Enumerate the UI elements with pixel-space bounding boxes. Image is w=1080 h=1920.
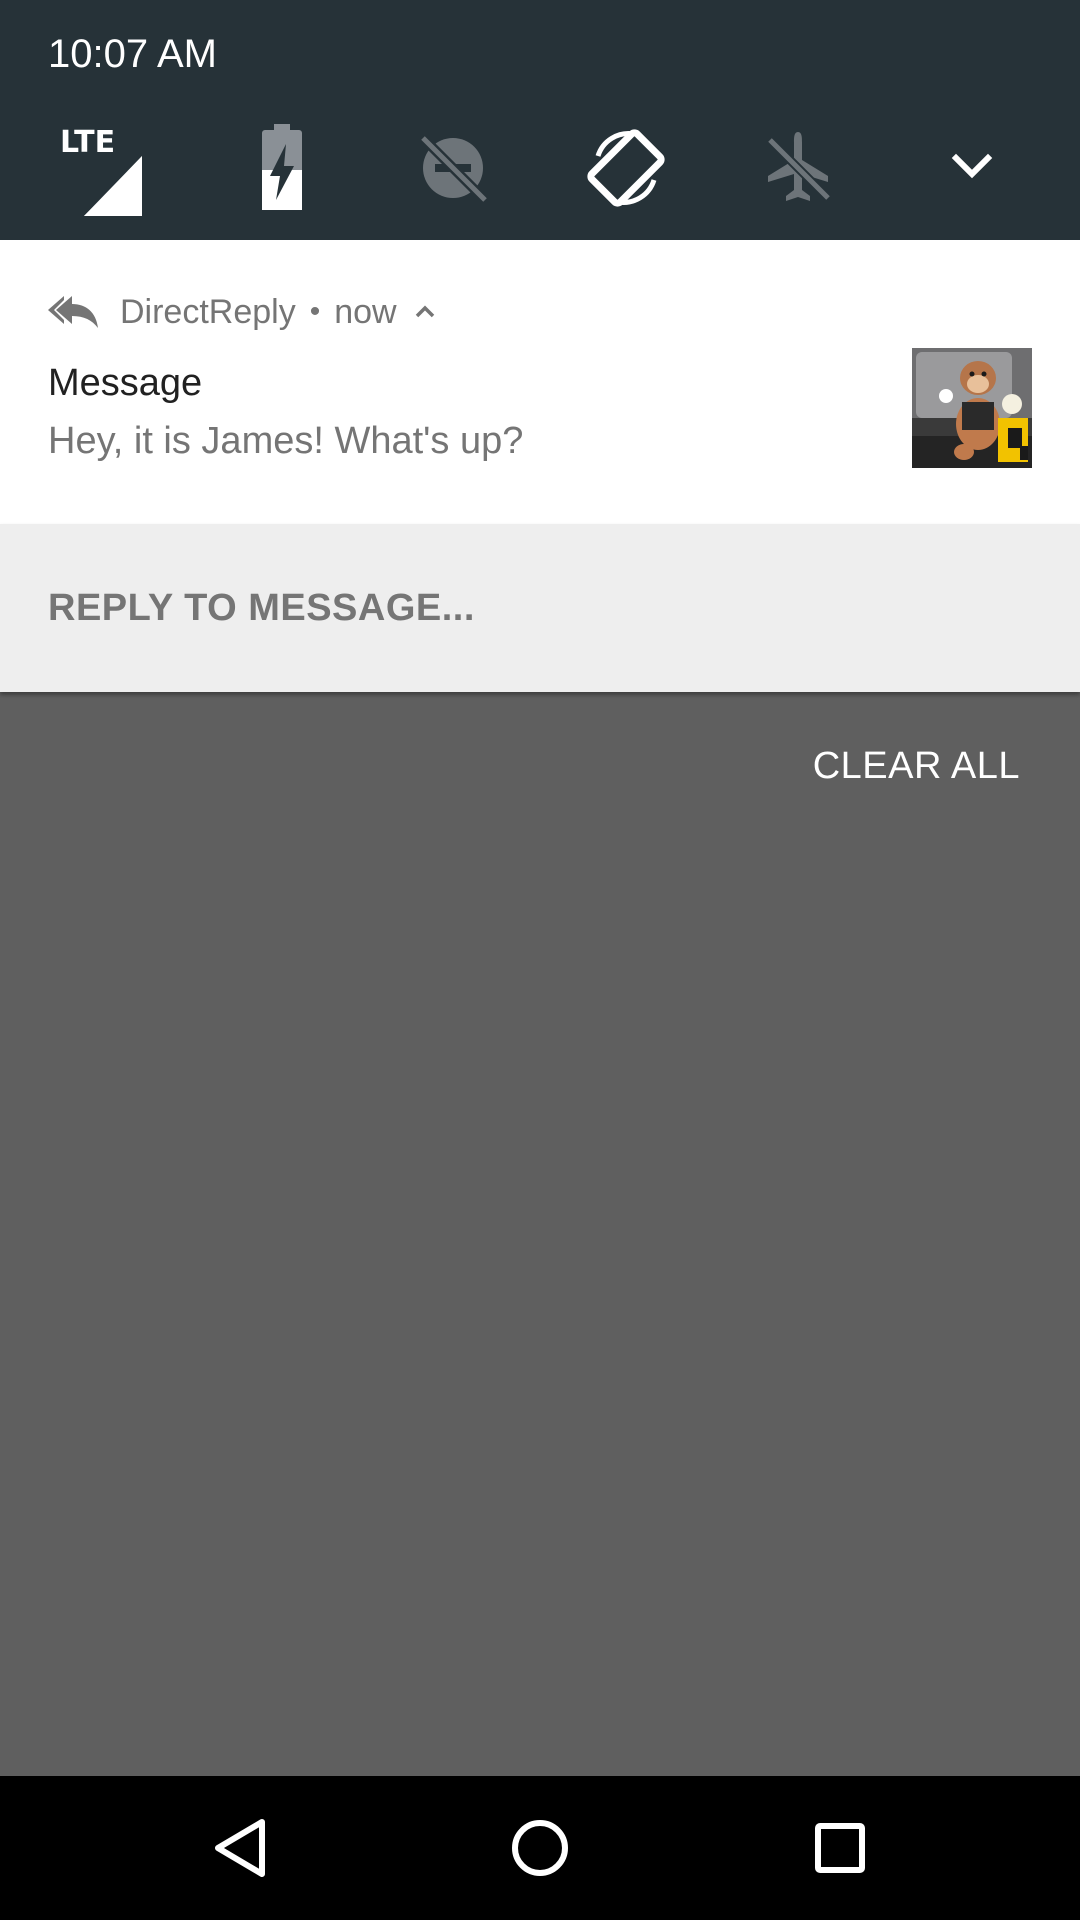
notification-app-name: DirectReply <box>120 292 296 331</box>
battery-charging-icon[interactable] <box>232 120 328 216</box>
notification-header: DirectReply • now <box>120 288 441 336</box>
notification-card[interactable]: DirectReply • now Message Hey, it is Jam… <box>0 240 1080 524</box>
back-icon[interactable] <box>192 1800 288 1896</box>
collapse-caret-icon[interactable] <box>409 296 441 328</box>
reply-arrow-icon <box>46 284 102 340</box>
status-time: 10:07 AM <box>48 32 218 76</box>
reply-action-bar: REPLY TO MESSAGE... <box>0 524 1080 692</box>
auto-rotate-icon[interactable] <box>578 120 674 216</box>
monkey-photo-thumbnail <box>912 348 1032 468</box>
recents-icon[interactable] <box>792 1800 888 1896</box>
navigation-bar <box>0 1776 1080 1920</box>
reply-to-message-button[interactable]: REPLY TO MESSAGE... <box>48 580 475 636</box>
do-not-disturb-off-icon[interactable] <box>405 120 501 216</box>
clear-all-button[interactable]: CLEAR ALL <box>813 740 1020 792</box>
home-icon[interactable] <box>492 1800 588 1896</box>
notification-title: Message <box>48 362 203 404</box>
notification-separator: • <box>309 295 321 328</box>
quick-settings-header: 10:07 AM LTE <box>0 0 1080 240</box>
notification-text: Hey, it is James! What's up? <box>48 420 524 462</box>
notification-time: now <box>334 292 397 331</box>
expand-chevron-icon[interactable] <box>924 120 1020 216</box>
airplane-mode-off-icon[interactable] <box>750 120 846 216</box>
lte-signal-icon[interactable]: LTE <box>54 120 150 216</box>
lte-label: LTE <box>60 125 115 160</box>
